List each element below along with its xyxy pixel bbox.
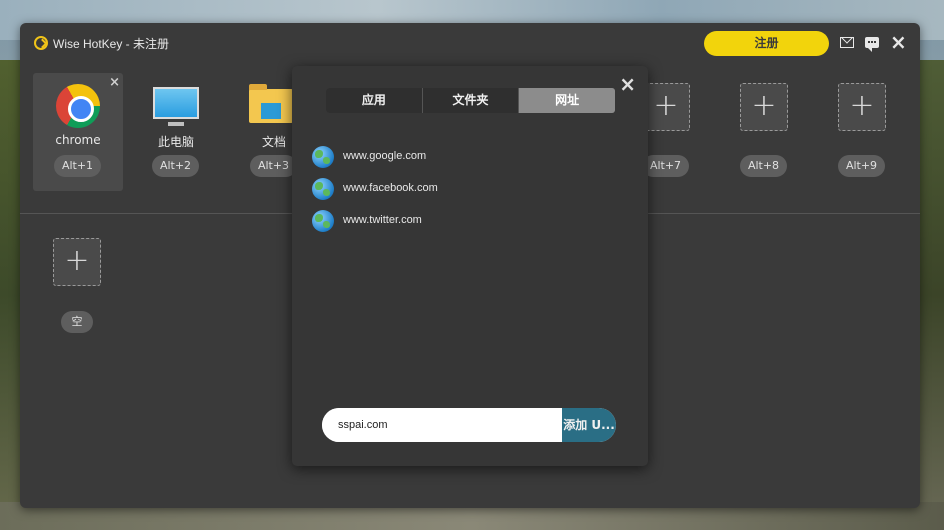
empty-hotkey-slot[interactable]: + 空 [32, 228, 122, 338]
remove-slot-icon[interactable]: × [109, 75, 120, 90]
monitor-icon [153, 87, 199, 126]
tab-folders[interactable]: 文件夹 [422, 88, 520, 113]
hotkey-badge[interactable]: Alt+1 [54, 155, 101, 177]
globe-icon [312, 146, 334, 168]
close-icon[interactable]: × [890, 32, 907, 52]
url-text: www.google.com [343, 150, 427, 162]
url-input[interactable] [322, 408, 562, 442]
url-text: www.twitter.com [343, 214, 422, 226]
plus-icon[interactable]: + [53, 238, 101, 286]
plus-icon[interactable]: + [642, 83, 690, 131]
hotkey-slot-8[interactable]: + Alt+8 [719, 73, 809, 191]
hotkey-badge[interactable]: Alt+9 [838, 155, 885, 177]
slot-label: chrome [55, 133, 101, 147]
hotkey-badge[interactable]: Alt+7 [642, 155, 689, 177]
url-text: www.facebook.com [343, 182, 438, 194]
hotkey-slot-1[interactable]: × chrome Alt+1 [33, 73, 123, 191]
chrome-icon [56, 84, 100, 128]
register-button[interactable]: 注册 [704, 31, 829, 56]
plus-icon[interactable]: + [740, 83, 788, 131]
globe-icon [312, 210, 334, 232]
plus-icon[interactable]: + [838, 83, 886, 131]
add-shortcut-popup: × 应用 文件夹 网址 www.google.com www.facebook.… [292, 66, 648, 466]
hotkey-badge[interactable]: 空 [61, 311, 93, 333]
tab-apps[interactable]: 应用 [326, 88, 423, 113]
close-icon[interactable]: × [619, 72, 636, 96]
hotkey-slot-2[interactable]: 此电脑 Alt+2 [131, 73, 221, 191]
app-logo-icon [34, 36, 48, 50]
feedback-icon[interactable] [865, 37, 879, 52]
tab-urls[interactable]: 网址 [519, 88, 615, 113]
add-url-button[interactable]: 添加 U... [562, 408, 616, 442]
list-item[interactable]: www.google.com [312, 146, 632, 178]
slot-label: 此电脑 [157, 135, 194, 149]
hotkey-badge[interactable]: Alt+8 [740, 155, 787, 177]
url-input-group: 添加 U... [322, 408, 616, 442]
list-item[interactable]: www.twitter.com [312, 210, 632, 242]
list-item[interactable]: www.facebook.com [312, 178, 632, 210]
globe-icon [312, 178, 334, 200]
mail-icon[interactable] [840, 37, 854, 48]
hotkey-badge[interactable]: Alt+3 [250, 155, 297, 177]
titlebar: Wise HotKey - 未注册 注册 × [20, 23, 920, 63]
hotkey-slot-9[interactable]: + Alt+9 [817, 73, 907, 191]
folder-icon [249, 84, 293, 123]
window-title: Wise HotKey - 未注册 [53, 37, 170, 51]
tab-bar: 应用 文件夹 网址 [326, 88, 615, 113]
url-list: www.google.com www.facebook.com www.twit… [312, 146, 632, 242]
hotkey-badge[interactable]: Alt+2 [152, 155, 199, 177]
